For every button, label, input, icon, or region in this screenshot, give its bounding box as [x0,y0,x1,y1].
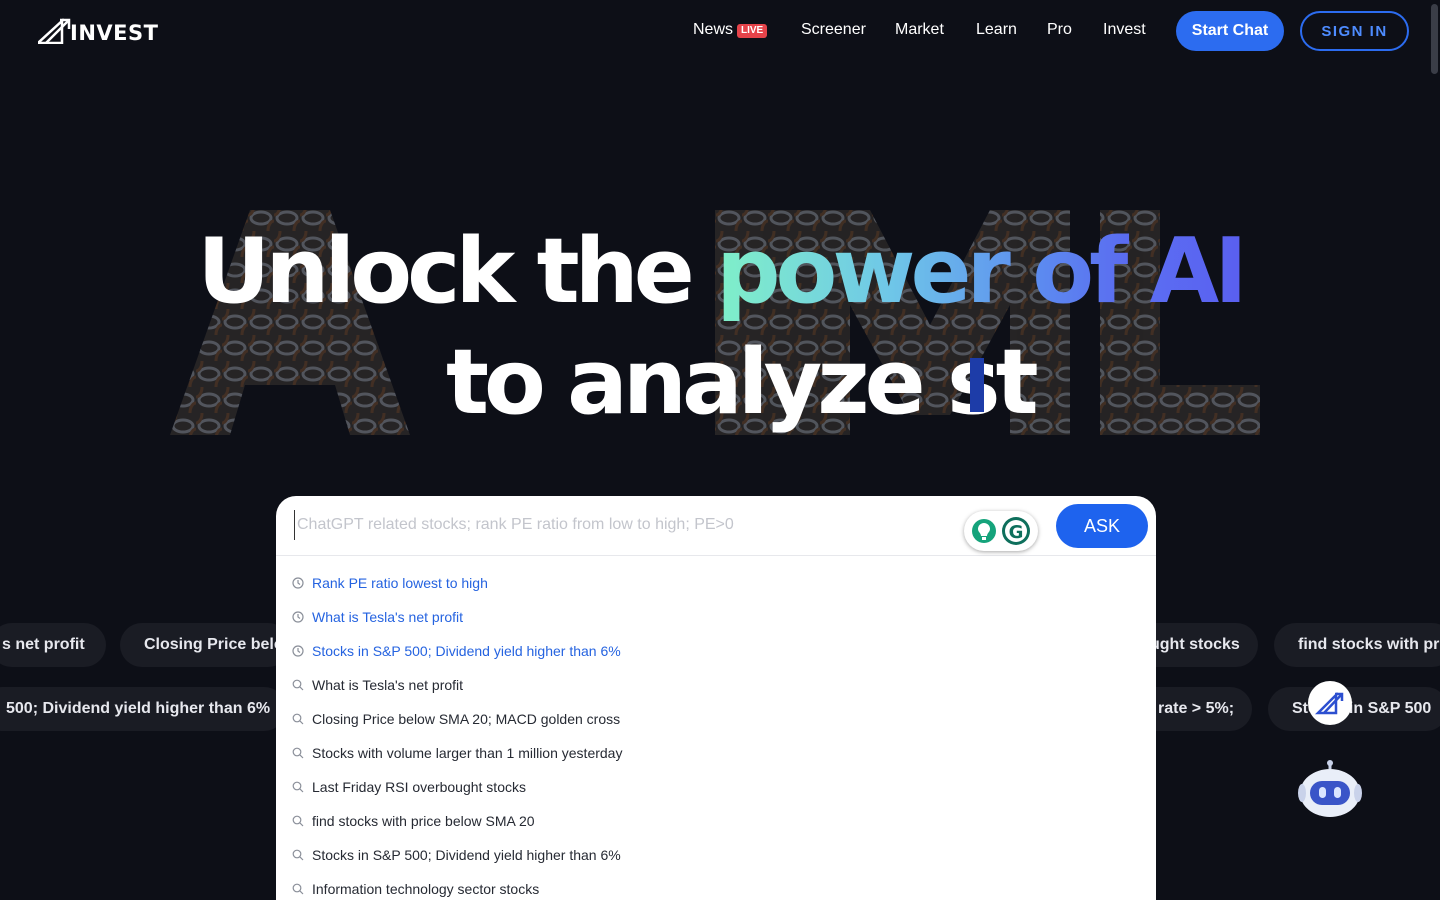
suggestion-chip[interactable]: s net profit [0,623,106,667]
nav-pro[interactable]: Pro [1047,21,1072,39]
suggestion-chip[interactable]: 500; Dividend yield higher than 6% [0,687,286,731]
popular-item-label: Closing Price below SMA 20; MACD golden … [312,711,621,727]
history-item[interactable]: Rank PE ratio lowest to high [276,566,1156,600]
top-header: INVEST News LIVE Screener Market Learn P… [0,0,1440,62]
search-icon [292,679,304,691]
popular-item-label: Information technology sector stocks [312,881,540,897]
search-bar: G ASK [276,496,1156,556]
suggestion-list: Rank PE ratio lowest to high What is Tes… [276,566,1156,900]
hero-text-plain: Unlock the [197,219,717,324]
live-badge: LIVE [737,24,768,38]
nav-invest[interactable]: Invest [1103,21,1146,39]
search-icon [292,849,304,861]
history-item[interactable]: Stocks in S&P 500; Dividend yield higher… [276,634,1156,668]
history-item-label: What is Tesla's net profit [312,609,464,625]
hero-headline-line1: Unlock the power of AI [0,222,1440,322]
nav-market[interactable]: Market [895,21,944,39]
search-icon [292,747,304,759]
robot-icon[interactable] [1298,760,1362,818]
history-item[interactable]: What is Tesla's net profit [276,600,1156,634]
nav-learn[interactable]: Learn [976,21,1017,39]
grammarly-icon: G [972,517,1030,545]
history-item-label: Rank PE ratio lowest to high [312,575,488,591]
popular-item-label: What is Tesla's net profit [312,677,464,693]
suggestion-chip[interactable]: Stocks in S&P 500 [1268,687,1440,731]
popular-item-label: find stocks with price below SMA 20 [312,813,535,829]
history-item-label: Stocks in S&P 500; Dividend yield higher… [312,643,621,659]
popular-item-label: Stocks in S&P 500; Dividend yield higher… [312,847,621,863]
nav-news[interactable]: News [693,21,733,39]
popular-item-label: Stocks with volume larger than 1 million… [312,745,623,761]
logo-mark-icon [1314,691,1344,715]
hero-text-gradient1: power of [716,219,1150,324]
typing-caret [970,358,984,412]
page-scrollbar[interactable] [1431,4,1438,74]
grammarly-widget[interactable]: G [964,511,1038,551]
popular-item[interactable]: Last Friday RSI overbought stocks [276,770,1156,804]
search-icon [292,713,304,725]
popular-item[interactable]: What is Tesla's net profit [276,668,1156,702]
clock-icon [292,645,304,657]
search-icon [292,781,304,793]
clock-icon [292,577,304,589]
popular-item[interactable]: find stocks with price below SMA 20 [276,804,1156,838]
hero-text-gradient2: AI [1149,219,1248,324]
start-chat-button[interactable]: Start Chat [1176,11,1284,51]
search-panel: G ASK Rank PE ratio lowest to high What … [276,496,1156,900]
search-icon [292,883,304,895]
hero-headline-line2: to analyze st [446,330,1039,435]
search-input[interactable] [294,510,944,540]
popular-item[interactable]: Stocks in S&P 500; Dividend yield higher… [276,838,1156,872]
floating-logo-button[interactable] [1308,681,1352,725]
search-icon [292,815,304,827]
clock-icon [292,611,304,623]
popular-item[interactable]: Closing Price below SMA 20; MACD golden … [276,702,1156,736]
sign-in-button[interactable]: SIGN IN [1300,11,1409,51]
nav-screener[interactable]: Screener [801,21,866,39]
svg-text:G: G [1009,522,1024,543]
suggestion-chip[interactable]: Closing Price below [120,623,290,667]
popular-item[interactable]: Information technology sector stocks [276,872,1156,900]
ask-button[interactable]: ASK [1056,504,1148,548]
popular-item[interactable]: Stocks with volume larger than 1 million… [276,736,1156,770]
suggestion-chip[interactable]: find stocks with pri [1274,623,1440,667]
popular-item-label: Last Friday RSI overbought stocks [312,779,526,795]
